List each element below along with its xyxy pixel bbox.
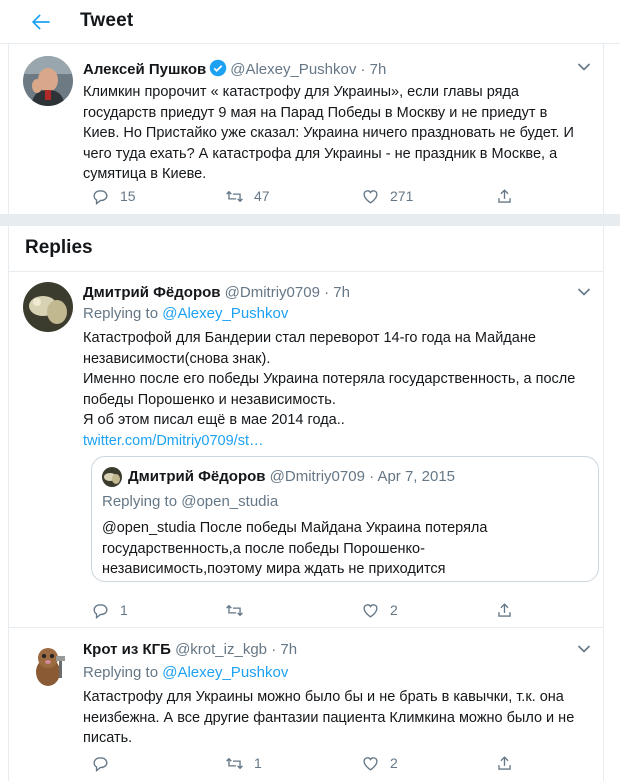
retweet-count: 1 [254, 755, 262, 771]
reply-button[interactable]: 1 [91, 599, 128, 621]
section-divider [0, 214, 620, 226]
reply-tweet[interactable]: Дмитрий Фёдоров @Dmitriy0709 · 7h Replyi… [8, 272, 604, 628]
replying-to: Replying to @Alexey_Pushkov [83, 664, 289, 681]
reply-tweet[interactable]: Крот из КГБ @krot_iz_kgb · 7h Replying t… [8, 628, 604, 781]
reply-icon [93, 189, 108, 205]
author-handle[interactable]: @Alexey_Pushkov [230, 61, 356, 78]
reply-count: 1 [120, 602, 128, 618]
chevron-down-icon[interactable] [577, 287, 591, 297]
retweet-icon [226, 190, 243, 202]
author-name[interactable]: Дмитрий Фёдоров [83, 284, 221, 301]
tweet-actions: 15 47 271 [83, 185, 583, 207]
like-count: 271 [390, 188, 414, 204]
top-bar: Tweet [0, 0, 620, 44]
heart-icon [363, 189, 378, 204]
like-count: 2 [390, 755, 398, 771]
tweet-time[interactable]: · 7h [361, 61, 387, 78]
retweet-button[interactable] [225, 599, 254, 621]
retweet-count: 47 [254, 188, 270, 204]
reply-icon [93, 756, 108, 772]
author-handle[interactable]: @krot_iz_kgb [175, 641, 267, 658]
author-name[interactable]: Алексей Пушков [83, 61, 206, 78]
verified-badge-icon [209, 59, 227, 77]
replies-header: Replies [8, 226, 604, 272]
arrow-left-icon[interactable] [28, 9, 54, 35]
share-icon [498, 755, 511, 770]
replying-to: Replying to @Alexey_Pushkov [83, 305, 289, 322]
reply-button[interactable] [91, 752, 120, 774]
author-name[interactable]: Крот из КГБ [83, 641, 171, 658]
tweet-header: Алексей Пушков @Alexey_Pushkov · 7h [83, 59, 386, 78]
retweet-button[interactable]: 47 [225, 185, 270, 207]
heart-icon [363, 756, 378, 771]
heart-icon [363, 603, 378, 618]
quote-text: @open_studia После победы Майдана Украин… [102, 520, 488, 577]
tweet-text: Климкин пророчит « катастрофу для Украин… [83, 84, 574, 182]
quote-header: Дмитрий Фёдоров @Dmitriy0709 · Apr 7, 20… [128, 468, 455, 485]
avatar[interactable] [23, 640, 73, 690]
tweet-actions: 1 2 [83, 599, 583, 621]
reply-count: 15 [120, 188, 136, 204]
share-button[interactable] [495, 752, 514, 774]
share-icon [498, 188, 511, 203]
reply-icon [93, 603, 108, 619]
avatar[interactable] [23, 56, 73, 106]
page-title: Tweet [80, 10, 134, 31]
like-button[interactable]: 2 [361, 599, 398, 621]
tweet-link[interactable]: twitter.com/Dmitriy0709/st… [83, 431, 597, 452]
quote-time: · Apr 7, 2015 [369, 468, 456, 485]
avatar [102, 467, 122, 487]
quote-author-name: Дмитрий Фёдоров [128, 468, 266, 485]
retweet-icon [226, 757, 243, 769]
like-button[interactable]: 2 [361, 752, 398, 774]
tweet-text: Катастрофу для Украины можно было бы и н… [83, 689, 575, 746]
author-handle[interactable]: @Dmitriy0709 [225, 284, 320, 301]
share-button[interactable] [495, 185, 514, 207]
main-tweet[interactable]: Алексей Пушков @Alexey_Pushkov · 7h Климк… [8, 44, 604, 214]
chevron-down-icon[interactable] [577, 644, 591, 654]
share-button[interactable] [495, 599, 514, 621]
quoted-tweet[interactable]: Дмитрий Фёдоров @Dmitriy0709 · Apr 7, 20… [91, 456, 599, 582]
tweet-text: Катастрофой для Бандерии стал переворот … [83, 328, 597, 451]
quote-handle: @Dmitriy0709 [269, 468, 365, 485]
share-icon [498, 602, 511, 617]
tweet-actions: 1 2 [83, 752, 583, 774]
replying-to-link[interactable]: @Alexey_Pushkov [162, 305, 288, 322]
replies-title: Replies [25, 237, 93, 258]
like-count: 2 [390, 602, 398, 618]
avatar[interactable] [23, 282, 73, 332]
like-button[interactable]: 271 [361, 185, 413, 207]
chevron-down-icon[interactable] [577, 62, 591, 72]
tweet-header: Дмитрий Фёдоров @Dmitriy0709 · 7h [83, 284, 350, 301]
tweet-header: Крот из КГБ @krot_iz_kgb · 7h [83, 641, 297, 658]
tweet-time[interactable]: · 7h [324, 284, 350, 301]
quote-replying-to: Replying to @open_studia [102, 493, 279, 510]
tweet-time[interactable]: · 7h [271, 641, 297, 658]
retweet-icon [226, 604, 243, 616]
reply-button[interactable]: 15 [91, 185, 136, 207]
retweet-button[interactable]: 1 [225, 752, 262, 774]
replying-to-link[interactable]: @Alexey_Pushkov [162, 664, 288, 681]
